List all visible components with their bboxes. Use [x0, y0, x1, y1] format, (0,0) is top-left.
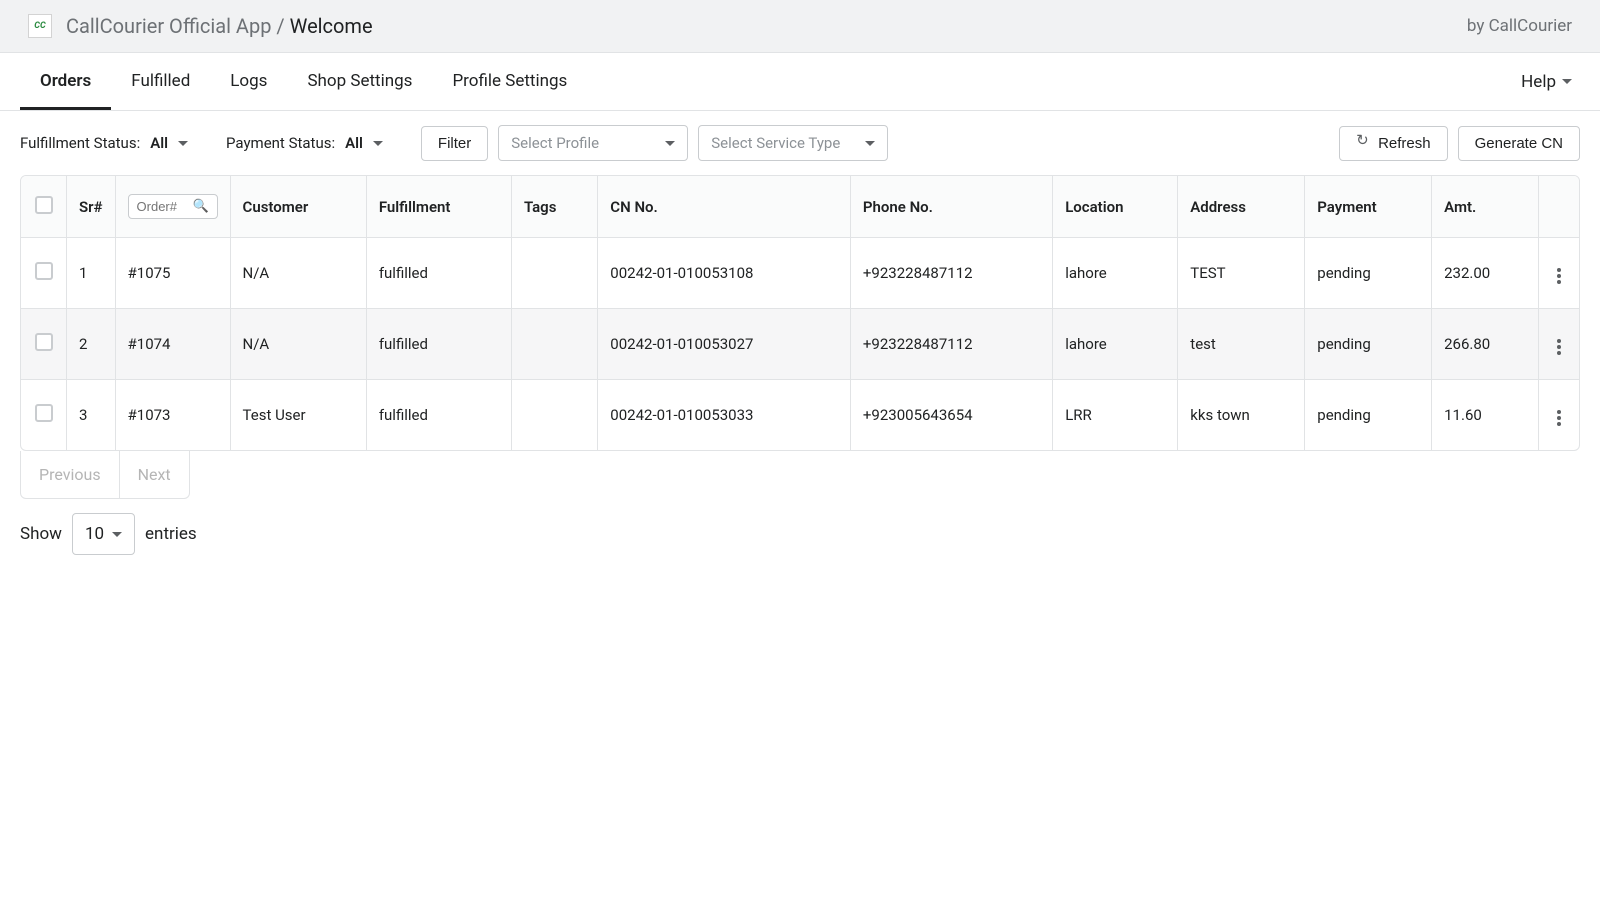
tab-shop-settings[interactable]: Shop Settings: [287, 53, 432, 110]
col-header-address: Address: [1178, 176, 1305, 238]
cell-customer: N/A: [231, 238, 367, 309]
row-actions-menu[interactable]: [1553, 264, 1565, 288]
cell-customer: Test User: [231, 380, 367, 450]
cell-customer: N/A: [231, 309, 367, 380]
cell-payment: pending: [1305, 380, 1432, 450]
cell-tags: [512, 238, 598, 309]
col-header-order: 🔍: [116, 176, 231, 238]
row-actions-menu[interactable]: [1553, 335, 1565, 359]
order-search-input[interactable]: [137, 199, 187, 214]
cell-sr: 3: [67, 380, 116, 450]
caret-down-icon: [178, 141, 188, 146]
cell-amt: 266.80: [1432, 309, 1539, 380]
page-size-select[interactable]: 10: [72, 513, 135, 555]
cell-phone: +923005643654: [851, 380, 1053, 450]
table-row: 2 #1074 N/A fulfilled 00242-01-010053027…: [21, 309, 1579, 380]
cell-payment: pending: [1305, 238, 1432, 309]
tabs-row: Orders Fulfilled Logs Shop Settings Prof…: [0, 53, 1600, 111]
cell-fulfillment: fulfilled: [367, 380, 512, 450]
cell-order: #1073: [116, 380, 231, 450]
row-checkbox[interactable]: [35, 262, 53, 280]
help-dropdown[interactable]: Help: [1513, 62, 1580, 102]
row-actions-menu[interactable]: [1553, 406, 1565, 430]
show-suffix: entries: [145, 524, 197, 544]
cell-tags: [512, 309, 598, 380]
toolbar: Fulfillment Status: All Payment Status: …: [0, 111, 1600, 175]
show-prefix: Show: [20, 524, 62, 544]
col-header-tags: Tags: [512, 176, 598, 238]
generate-cn-button[interactable]: Generate CN: [1458, 126, 1580, 161]
filter-button[interactable]: Filter: [421, 126, 488, 161]
col-header-payment: Payment: [1305, 176, 1432, 238]
select-all-checkbox[interactable]: [35, 196, 53, 214]
cell-address: kks town: [1178, 380, 1305, 450]
cell-fulfillment: fulfilled: [367, 238, 512, 309]
search-icon: 🔍: [193, 199, 209, 214]
cell-fulfillment: fulfilled: [367, 309, 512, 380]
row-checkbox[interactable]: [35, 333, 53, 351]
col-header-fulfillment: Fulfillment: [367, 176, 512, 238]
col-header-customer: Customer: [231, 176, 367, 238]
cell-location: lahore: [1053, 309, 1178, 380]
cell-amt: 11.60: [1432, 380, 1539, 450]
caret-down-icon: [1562, 79, 1572, 84]
orders-table-wrap: Sr# 🔍 Customer Fulfillment Tags CN No. P…: [0, 175, 1600, 451]
tab-fulfilled[interactable]: Fulfilled: [111, 53, 210, 110]
cell-order: #1074: [116, 309, 231, 380]
breadcrumb: CallCourier Official App / Welcome: [66, 14, 1467, 38]
pagination: Previous Next: [20, 451, 190, 499]
col-header-phone: Phone No.: [851, 176, 1053, 238]
payment-status-dropdown[interactable]: Payment Status: All: [226, 134, 383, 152]
col-header-cn: CN No.: [598, 176, 851, 238]
cell-order: #1075: [116, 238, 231, 309]
caret-down-icon: [373, 141, 383, 146]
cell-phone: +923228487112: [851, 238, 1053, 309]
col-header-amt: Amt.: [1432, 176, 1539, 238]
cell-sr: 2: [67, 309, 116, 380]
cell-cn: 00242-01-010053108: [598, 238, 851, 309]
next-button[interactable]: Next: [120, 451, 189, 498]
cell-payment: pending: [1305, 309, 1432, 380]
cell-phone: +923228487112: [851, 309, 1053, 380]
select-profile-dropdown[interactable]: Select Profile: [498, 125, 688, 161]
byline: by CallCourier: [1467, 16, 1572, 36]
cell-location: LRR: [1053, 380, 1178, 450]
orders-table: Sr# 🔍 Customer Fulfillment Tags CN No. P…: [20, 175, 1580, 451]
app-name: CallCourier Official App: [66, 14, 271, 38]
app-logo: CC: [28, 14, 52, 38]
tab-orders[interactable]: Orders: [20, 53, 111, 110]
entries-row: Show 10 entries: [0, 499, 1600, 569]
cell-address: test: [1178, 309, 1305, 380]
row-checkbox[interactable]: [35, 404, 53, 422]
fulfillment-status-dropdown[interactable]: Fulfillment Status: All: [20, 134, 188, 152]
tab-profile-settings[interactable]: Profile Settings: [432, 53, 587, 110]
caret-down-icon: [112, 532, 122, 537]
help-label: Help: [1521, 72, 1556, 92]
tabs: Orders Fulfilled Logs Shop Settings Prof…: [20, 53, 587, 110]
col-header-actions: [1539, 176, 1579, 238]
cell-cn: 00242-01-010053027: [598, 309, 851, 380]
order-search-input-wrap[interactable]: 🔍: [128, 194, 218, 219]
select-service-type-dropdown[interactable]: Select Service Type: [698, 125, 888, 161]
cell-location: lahore: [1053, 238, 1178, 309]
cell-cn: 00242-01-010053033: [598, 380, 851, 450]
col-header-sr: Sr#: [67, 176, 116, 238]
caret-down-icon: [665, 141, 675, 146]
cell-sr: 1: [67, 238, 116, 309]
refresh-button[interactable]: Refresh: [1339, 126, 1448, 161]
top-bar: CC CallCourier Official App / Welcome by…: [0, 0, 1600, 53]
cell-amt: 232.00: [1432, 238, 1539, 309]
cell-address: TEST: [1178, 238, 1305, 309]
table-row: 3 #1073 Test User fulfilled 00242-01-010…: [21, 380, 1579, 450]
col-header-location: Location: [1053, 176, 1178, 238]
tab-logs[interactable]: Logs: [210, 53, 287, 110]
caret-down-icon: [865, 141, 875, 146]
table-row: 1 #1075 N/A fulfilled 00242-01-010053108…: [21, 238, 1579, 309]
prev-button[interactable]: Previous: [21, 451, 120, 498]
page-title: Welcome: [290, 14, 373, 38]
cell-tags: [512, 380, 598, 450]
refresh-icon: [1356, 136, 1370, 150]
